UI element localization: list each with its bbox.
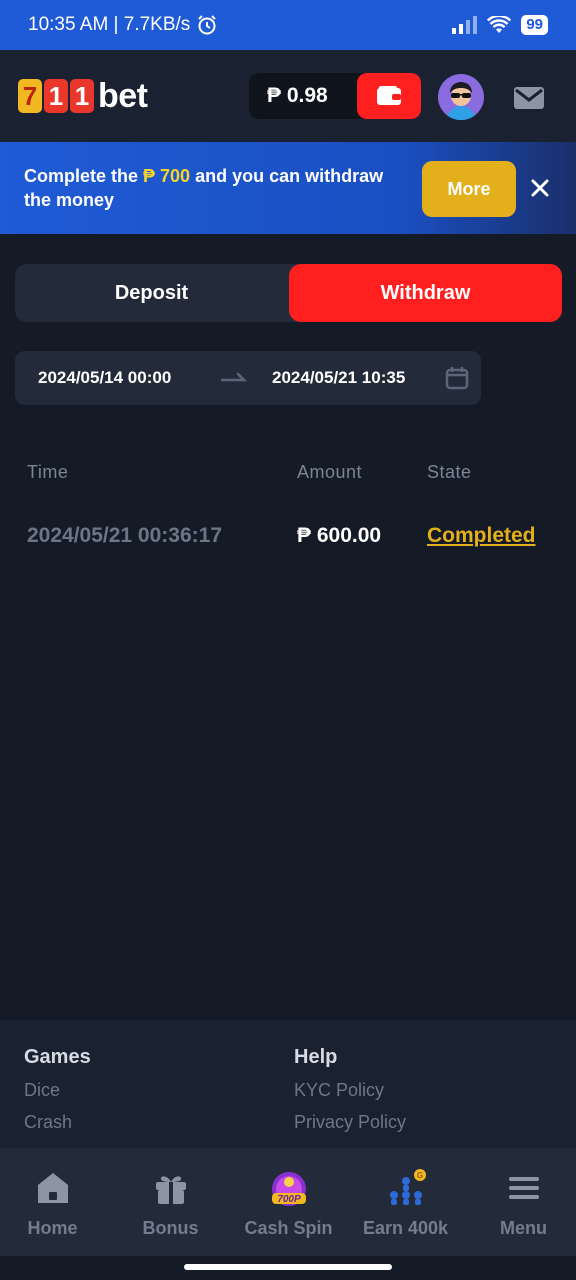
games-heading: Games — [24, 1046, 91, 1068]
gift-icon — [155, 1176, 186, 1204]
logo-word: bet — [98, 76, 148, 115]
tab-withdraw[interactable]: Withdraw — [289, 264, 562, 322]
more-button[interactable]: More — [422, 161, 516, 217]
home-indicator[interactable] — [184, 1264, 392, 1270]
earn-coin-badge: G — [416, 1171, 422, 1180]
wifi-icon — [487, 16, 512, 33]
banner-highlight-amount: ₱ 700 — [143, 166, 191, 186]
nav-menu[interactable]: Menu — [466, 1148, 576, 1256]
arrow-right-icon — [221, 372, 247, 382]
logo[interactable]: 7 1 1 bet — [18, 77, 148, 116]
promo-banner: Complete the ₱ 700 and you can withdraw … — [0, 142, 576, 234]
row-time: 2024/05/21 00:36:17 — [27, 524, 222, 547]
balance-box[interactable]: ₱ 0.98 — [249, 73, 421, 119]
deposit-withdraw-tabs: Deposit Withdraw — [15, 264, 562, 322]
wallet-button[interactable] — [357, 73, 421, 119]
footer-links: Games Dice Crash Help KYC Policy Privacy… — [0, 1020, 576, 1148]
footer-link-privacy-policy[interactable]: Privacy Policy — [294, 1112, 406, 1133]
nav-label: Bonus — [142, 1218, 199, 1238]
column-header-state: State — [427, 462, 472, 482]
referral-icon: G — [389, 1169, 426, 1205]
battery-level: 99 — [521, 15, 548, 35]
status-time-speed: 10:35 AM | 7.7KB/s — [28, 14, 191, 35]
balance-amount: ₱ 0.98 — [267, 84, 328, 107]
wallet-icon — [377, 86, 401, 105]
column-header-amount: Amount — [297, 462, 363, 482]
footer-link-dice[interactable]: Dice — [24, 1080, 60, 1101]
calendar-icon[interactable] — [445, 366, 469, 390]
nav-label: Cash Spin — [244, 1218, 333, 1238]
nav-cash-spin[interactable]: 700P Cash Spin — [231, 1148, 346, 1256]
app-header: 7 1 1 bet ₱ 0.98 — [0, 50, 576, 142]
nav-home[interactable]: Home — [0, 1148, 110, 1256]
status-bar: 10:35 AM | 7.7KB/s 99 — [0, 0, 576, 50]
home-icon — [37, 1173, 68, 1203]
nav-label: Earn 400k — [362, 1218, 449, 1238]
alarm-icon — [198, 15, 217, 35]
nav-earn[interactable]: G Earn 400k — [348, 1148, 463, 1256]
nav-bonus[interactable]: Bonus — [113, 1148, 228, 1256]
logo-digit: 1 — [70, 79, 94, 113]
cash-spin-badge: 700P — [277, 1194, 301, 1205]
logo-digit: 1 — [44, 79, 68, 113]
footer-link-kyc-policy[interactable]: KYC Policy — [294, 1080, 384, 1101]
tab-deposit[interactable]: Deposit — [15, 264, 288, 322]
mail-icon[interactable] — [512, 84, 546, 112]
row-state-link[interactable]: Completed — [427, 524, 536, 548]
nav-label: Menu — [500, 1218, 547, 1238]
banner-message: Complete the ₱ 700 and you can withdraw … — [24, 166, 384, 210]
close-icon[interactable] — [528, 176, 552, 200]
start-date[interactable]: 2024/05/14 00:00 — [38, 368, 171, 388]
nav-label: Home — [27, 1218, 78, 1238]
end-date[interactable]: 2024/05/21 10:35 — [272, 368, 405, 388]
logo-digit: 7 — [18, 79, 42, 113]
column-header-time: Time — [27, 462, 69, 482]
footer-link-crash[interactable]: Crash — [24, 1112, 72, 1133]
row-amount: ₱ 600.00 — [297, 524, 382, 547]
date-range-picker[interactable]: 2024/05/14 00:00 2024/05/21 10:35 — [15, 351, 481, 405]
cash-spin-icon: 700P — [271, 1172, 306, 1206]
help-heading: Help — [294, 1046, 338, 1068]
menu-icon — [508, 1177, 539, 1199]
signal-icon — [452, 16, 478, 34]
bottom-nav: Home Bonus 700P Cash Spin G Earn 400k Me… — [0, 1148, 576, 1256]
avatar[interactable] — [438, 74, 484, 120]
